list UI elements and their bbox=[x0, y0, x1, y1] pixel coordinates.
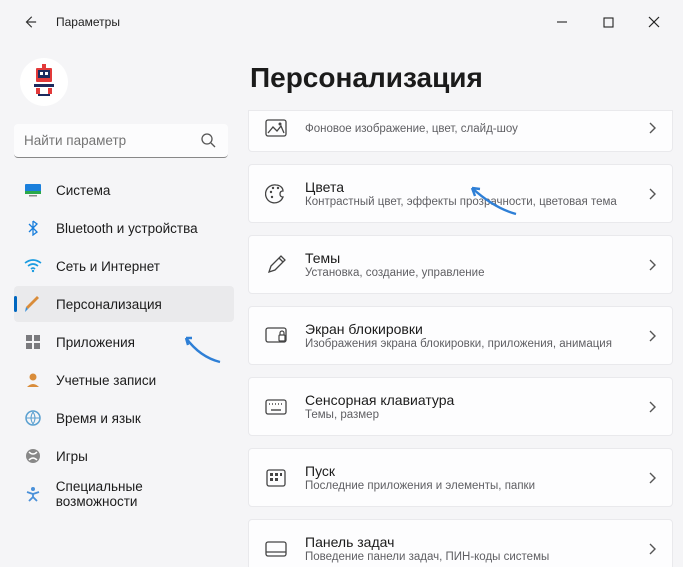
picture-icon bbox=[265, 117, 287, 139]
bluetooth-icon bbox=[24, 219, 42, 237]
sidebar-item-gaming[interactable]: Игры bbox=[14, 438, 234, 474]
person-icon bbox=[24, 371, 42, 389]
xbox-icon bbox=[24, 447, 42, 465]
sidebar: Система Bluetooth и устройства Сеть и Ин… bbox=[0, 44, 240, 567]
minimize-icon bbox=[556, 16, 568, 28]
card-themes[interactable]: Темы Установка, создание, управление bbox=[248, 235, 673, 294]
chevron-right-icon bbox=[648, 472, 656, 484]
arrow-left-icon bbox=[23, 15, 37, 29]
sidebar-item-accessibility[interactable]: Специальные возможности bbox=[14, 476, 234, 512]
search-icon bbox=[200, 132, 216, 148]
back-button[interactable] bbox=[14, 6, 46, 38]
card-colors[interactable]: Цвета Контрастный цвет, эффекты прозрачн… bbox=[248, 164, 673, 223]
sidebar-item-label: Система bbox=[56, 183, 110, 198]
search-input[interactable] bbox=[14, 124, 228, 158]
sidebar-item-bluetooth[interactable]: Bluetooth и устройства bbox=[14, 210, 234, 246]
main-panel: Персонализация Фоновое изображение, цвет… bbox=[240, 44, 683, 567]
card-taskbar[interactable]: Панель задач Поведение панели задач, ПИН… bbox=[248, 519, 673, 567]
sidebar-item-label: Персонализация bbox=[56, 297, 162, 312]
card-touch-keyboard[interactable]: Сенсорная клавиатура Темы, размер bbox=[248, 377, 673, 436]
taskbar-icon bbox=[265, 538, 287, 560]
card-title: Панель задач bbox=[305, 534, 638, 550]
sidebar-item-system[interactable]: Система bbox=[14, 172, 234, 208]
sidebar-item-label: Сеть и Интернет bbox=[56, 259, 160, 274]
card-desc: Контрастный цвет, эффекты прозрачности, … bbox=[305, 196, 638, 208]
settings-list: Фоновое изображение, цвет, слайд-шоу Цве… bbox=[248, 110, 673, 567]
chevron-right-icon bbox=[648, 122, 656, 134]
sidebar-item-apps[interactable]: Приложения bbox=[14, 324, 234, 360]
sidebar-item-label: Приложения bbox=[56, 335, 135, 350]
card-title: Пуск bbox=[305, 463, 638, 479]
avatar-image bbox=[24, 62, 64, 102]
accessibility-icon bbox=[24, 485, 42, 503]
page-title: Персонализация bbox=[250, 62, 673, 94]
app-title: Параметры bbox=[56, 15, 120, 29]
clock-globe-icon bbox=[24, 409, 42, 427]
sidebar-item-time[interactable]: Время и язык bbox=[14, 400, 234, 436]
chevron-right-icon bbox=[648, 543, 656, 555]
maximize-button[interactable] bbox=[585, 6, 631, 38]
sidebar-item-label: Время и язык bbox=[56, 411, 141, 426]
search-box bbox=[14, 124, 234, 158]
sidebar-item-label: Учетные записи bbox=[56, 373, 156, 388]
card-desc: Изображения экрана блокировки, приложени… bbox=[305, 338, 638, 350]
chevron-right-icon bbox=[648, 259, 656, 271]
sidebar-item-network[interactable]: Сеть и Интернет bbox=[14, 248, 234, 284]
card-title: Цвета bbox=[305, 179, 638, 195]
card-desc: Темы, размер bbox=[305, 409, 638, 421]
card-desc: Последние приложения и элементы, папки bbox=[305, 480, 638, 492]
sidebar-item-accounts[interactable]: Учетные записи bbox=[14, 362, 234, 398]
card-title: Сенсорная клавиатура bbox=[305, 392, 638, 408]
sidebar-item-label: Игры bbox=[56, 449, 88, 464]
minimize-button[interactable] bbox=[539, 6, 585, 38]
card-desc: Фоновое изображение, цвет, слайд-шоу bbox=[305, 123, 638, 135]
close-button[interactable] bbox=[631, 6, 677, 38]
sidebar-item-label: Специальные возможности bbox=[56, 479, 226, 509]
palette-icon bbox=[265, 183, 287, 205]
lockscreen-icon bbox=[265, 325, 287, 347]
card-lockscreen[interactable]: Экран блокировки Изображения экрана блок… bbox=[248, 306, 673, 365]
apps-icon bbox=[24, 333, 42, 351]
card-desc: Поведение панели задач, ПИН-коды системы bbox=[305, 551, 638, 563]
titlebar: Параметры bbox=[0, 0, 683, 44]
start-icon bbox=[265, 467, 287, 489]
card-background[interactable]: Фоновое изображение, цвет, слайд-шоу bbox=[248, 110, 673, 152]
paintbrush-icon bbox=[24, 295, 42, 313]
sidebar-item-personalization[interactable]: Персонализация bbox=[14, 286, 234, 322]
maximize-icon bbox=[603, 17, 614, 28]
card-desc: Установка, создание, управление bbox=[305, 267, 638, 279]
wifi-icon bbox=[24, 257, 42, 275]
chevron-right-icon bbox=[648, 401, 656, 413]
card-title: Экран блокировки bbox=[305, 321, 638, 337]
sidebar-item-label: Bluetooth и устройства bbox=[56, 221, 198, 236]
chevron-right-icon bbox=[648, 188, 656, 200]
keyboard-icon bbox=[265, 396, 287, 418]
window-controls bbox=[539, 6, 677, 38]
card-start[interactable]: Пуск Последние приложения и элементы, па… bbox=[248, 448, 673, 507]
display-icon bbox=[24, 181, 42, 199]
card-title: Темы bbox=[305, 250, 638, 266]
avatar[interactable] bbox=[20, 58, 68, 106]
close-icon bbox=[648, 16, 660, 28]
chevron-right-icon bbox=[648, 330, 656, 342]
pen-icon bbox=[265, 254, 287, 276]
